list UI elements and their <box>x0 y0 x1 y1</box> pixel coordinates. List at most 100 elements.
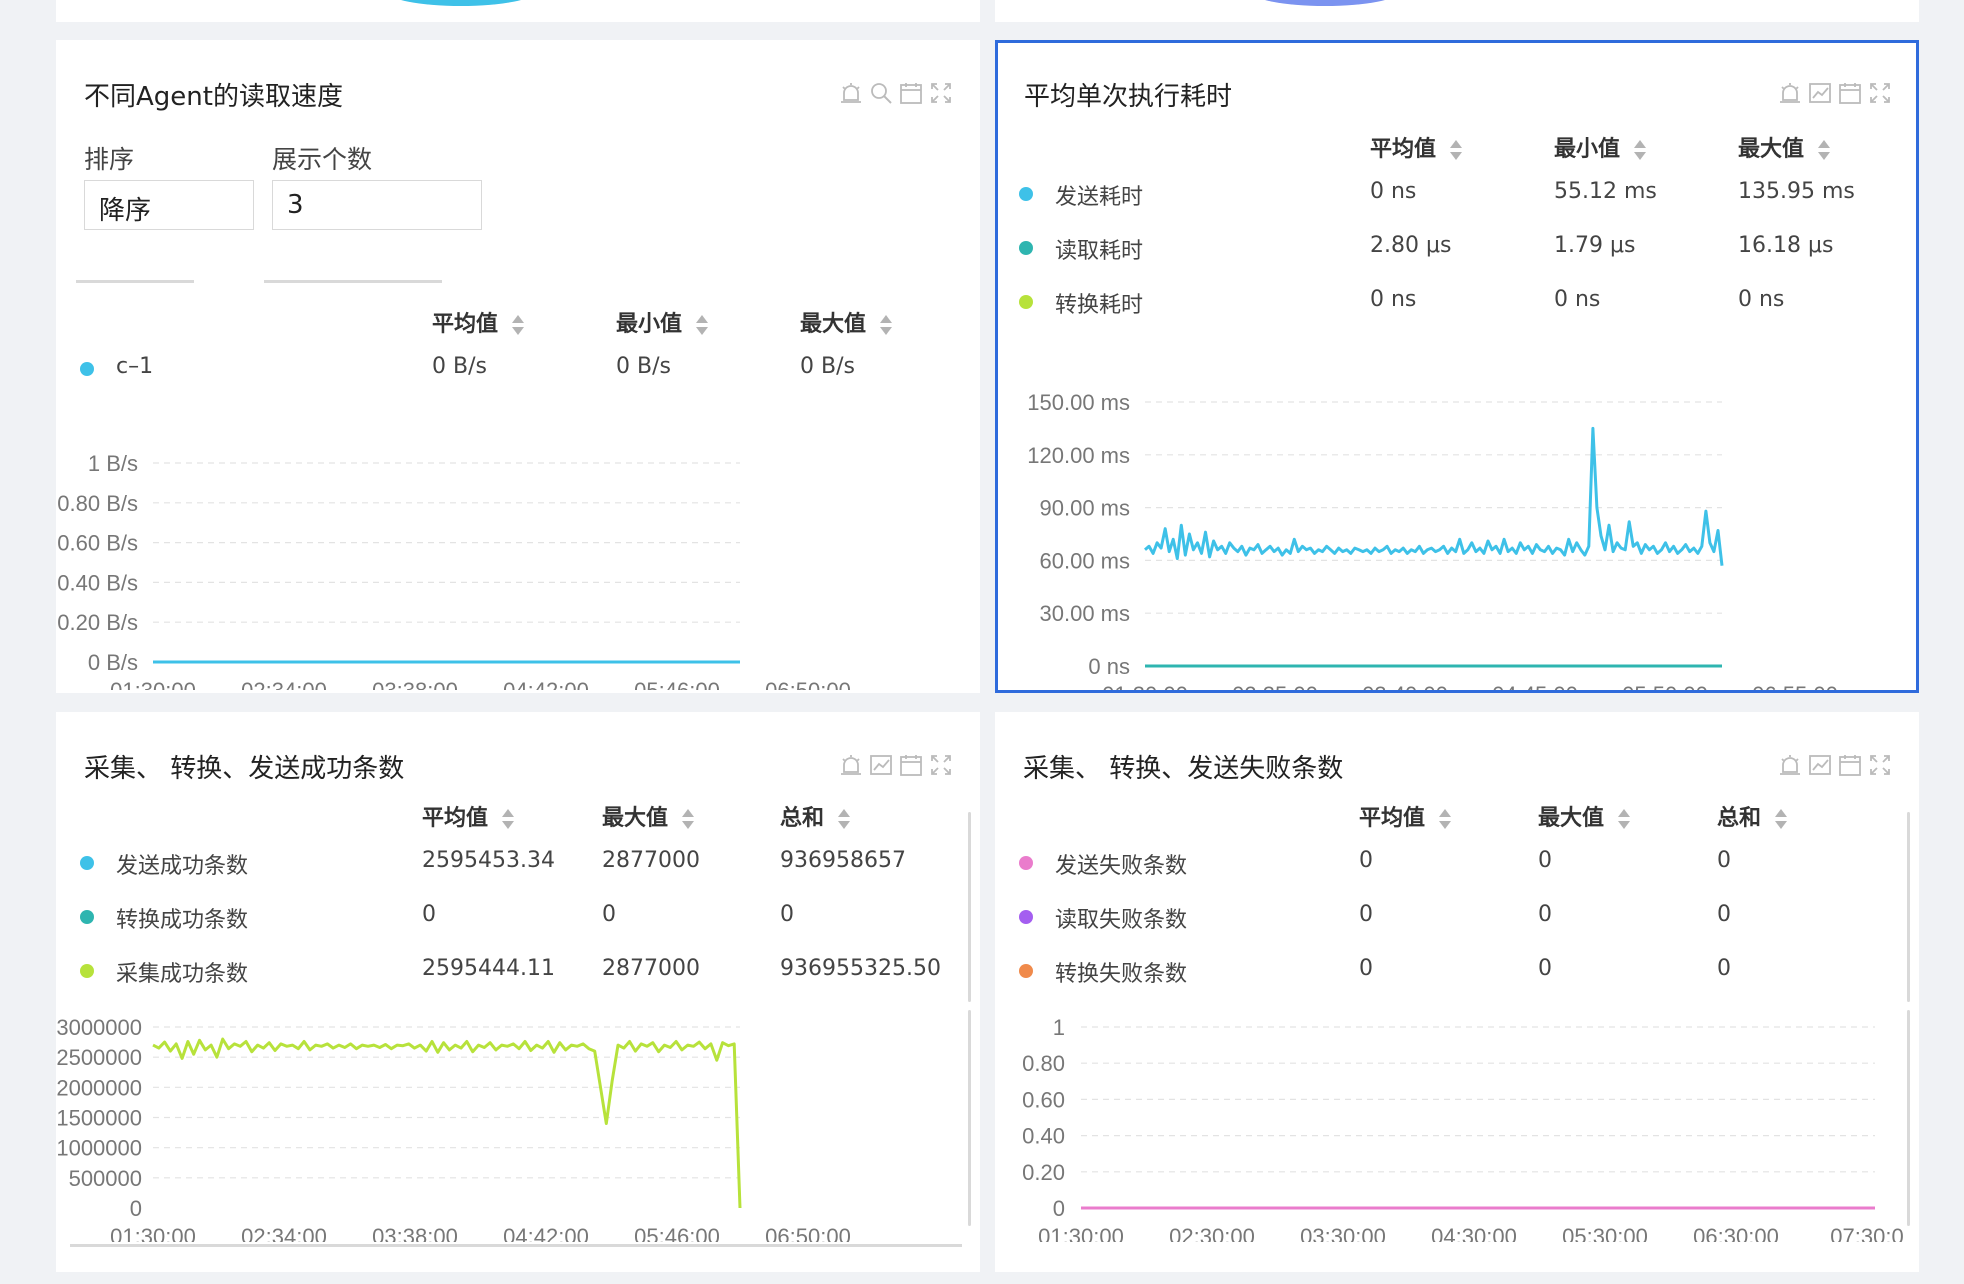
x-tick-label: 06:50:00 <box>765 1224 851 1242</box>
max-value: 16.18 μs <box>1738 233 1834 258</box>
line-chart[interactable]: 3000000 2500000 2000000 1500000 1000000 50000… <box>56 1002 966 1242</box>
avg-value: 0 ns <box>1370 179 1417 204</box>
fullscreen-icon[interactable] <box>1867 752 1893 778</box>
x-tick-label: 04:45:00 <box>1492 682 1578 693</box>
alarm-icon[interactable] <box>1777 752 1803 778</box>
sum-value: 936958657 <box>780 848 906 873</box>
x-tick-label: 05:46:00 <box>634 1224 720 1242</box>
y-tick-label: 0.20 <box>1022 1160 1065 1185</box>
y-tick-label: 0.60 B/s <box>57 531 138 556</box>
col-header-avg[interactable]: 平均值 <box>432 306 525 338</box>
col-header-sum[interactable]: 总和 <box>1717 800 1788 832</box>
sort-icon[interactable] <box>1618 807 1631 831</box>
sort-icon[interactable] <box>1450 138 1463 162</box>
calendar-icon[interactable] <box>1837 80 1863 106</box>
sort-icon[interactable] <box>1634 138 1647 162</box>
success-count-panel: 采集、 转换、发送成功条数 平均值 最大值 总和 发送成功条数 2595453.… <box>56 712 980 1272</box>
count-input[interactable]: 3 <box>272 180 482 230</box>
divider <box>76 280 194 283</box>
chart-scrollbar[interactable] <box>1907 1010 1910 1226</box>
col-header-avg[interactable]: 平均值 <box>1359 800 1452 832</box>
fullscreen-icon[interactable] <box>928 80 954 106</box>
x-tick-label: 03:40:00 <box>1362 682 1448 693</box>
series-line <box>1144 426 1724 566</box>
col-header-max[interactable]: 最大值 <box>1738 131 1831 163</box>
col-header-min[interactable]: 最小值 <box>1554 131 1647 163</box>
calendar-icon[interactable] <box>898 752 924 778</box>
calendar-icon[interactable] <box>898 80 924 106</box>
panel-toolbar <box>838 752 954 778</box>
col-header-avg[interactable]: 平均值 <box>1370 131 1463 163</box>
sort-icon[interactable] <box>502 807 515 831</box>
line-chart-icon[interactable] <box>868 752 894 778</box>
max-value: 0 ns <box>1738 287 1785 312</box>
x-tick-label: 05:46:00 <box>634 678 720 690</box>
sort-label: 排序 <box>84 145 135 174</box>
x-tick-label: 02:35:00 <box>1232 682 1318 693</box>
x-tick-label: 07:30:0 <box>1830 1224 1903 1242</box>
alarm-icon[interactable] <box>838 752 864 778</box>
line-chart[interactable]: 1 B/s 0.80 B/s 0.60 B/s 0.40 B/s 0.20 B/s 0 B… <box>56 400 980 690</box>
y-tick-label: 0 ns <box>1088 654 1130 679</box>
avg-value: 0 ns <box>1370 287 1417 312</box>
max-value: 0 <box>1538 848 1552 873</box>
series-name: 读取耗时 <box>1055 239 1144 264</box>
sort-icon[interactable] <box>696 313 709 337</box>
series-dot <box>1019 295 1033 309</box>
y-tick-label: 0.80 B/s <box>57 491 138 516</box>
y-tick-label: 3000000 <box>56 1015 142 1040</box>
line-chart-icon[interactable] <box>1807 752 1833 778</box>
zoom-icon[interactable] <box>868 80 894 106</box>
y-tick-label: 0.60 <box>1022 1087 1065 1112</box>
y-tick-label: 90.00 ms <box>1040 496 1131 521</box>
fullscreen-icon[interactable] <box>928 752 954 778</box>
avg-exec-time-panel: 平均单次执行耗时 平均值 最小值 最大值 发送耗时 0 ns 55.12 ms … <box>995 40 1919 693</box>
x-tick-label: 01:30:00 <box>110 1224 196 1242</box>
col-header-max[interactable]: 最大值 <box>602 800 695 832</box>
max-value: 2877000 <box>602 956 700 981</box>
series-name: 转换耗时 <box>1055 293 1144 318</box>
col-header-sum[interactable]: 总和 <box>780 800 851 832</box>
calendar-icon[interactable] <box>1837 752 1863 778</box>
line-chart[interactable]: 1 0.80 0.60 0.40 0.20 0 01:30:00 02:30:00 03:30:… <box>995 1002 1905 1242</box>
chart-scrollbar[interactable] <box>968 1010 971 1226</box>
alarm-icon[interactable] <box>838 80 864 106</box>
failure-count-panel: 采集、 转换、发送失败条数 平均值 最大值 总和 发送失败条数 0 0 0 读取… <box>995 712 1919 1272</box>
series-dot <box>1019 910 1033 924</box>
col-header-avg[interactable]: 平均值 <box>422 800 515 832</box>
sum-value: 0 <box>1717 956 1731 981</box>
count-label: 展示个数 <box>272 145 373 174</box>
col-header-max[interactable]: 最大值 <box>1538 800 1631 832</box>
x-tick-label: 05:50:00 <box>1622 682 1708 693</box>
col-header-max[interactable]: 最大值 <box>800 306 893 338</box>
sort-icon[interactable] <box>1818 138 1831 162</box>
sort-icon[interactable] <box>682 807 695 831</box>
legend-scrollbar[interactable] <box>968 812 971 1002</box>
series-name: 发送耗时 <box>1055 185 1144 210</box>
line-chart-icon[interactable] <box>1807 80 1833 106</box>
y-tick-label: 0.80 <box>1022 1051 1065 1076</box>
sort-icon[interactable] <box>512 313 525 337</box>
col-header-min[interactable]: 最小值 <box>616 306 709 338</box>
avg-value: 0 <box>1359 848 1373 873</box>
min-value: 0 ns <box>1554 287 1601 312</box>
previous-panel-right <box>995 0 1919 22</box>
chart-remnant <box>1250 0 1400 6</box>
line-chart[interactable]: 150.00 ms 120.00 ms 90.00 ms 60.00 ms 30.00 … <box>998 333 1916 693</box>
series-line <box>152 1037 742 1209</box>
series-dot <box>80 910 94 924</box>
alarm-icon[interactable] <box>1777 80 1803 106</box>
sort-select[interactable]: 降序 <box>84 180 254 230</box>
min-value: 1.79 μs <box>1554 233 1636 258</box>
legend-scrollbar[interactable] <box>1907 812 1910 1002</box>
panel-title: 平均单次执行耗时 <box>1024 82 1233 112</box>
horizontal-scrollbar[interactable] <box>70 1244 962 1247</box>
max-value: 135.95 ms <box>1738 179 1855 204</box>
sort-icon[interactable] <box>1775 807 1788 831</box>
x-tick-label: 02:34:00 <box>241 1224 327 1242</box>
sort-icon[interactable] <box>838 807 851 831</box>
x-tick-label: 05:30:00 <box>1562 1224 1648 1242</box>
fullscreen-icon[interactable] <box>1867 80 1893 106</box>
sort-icon[interactable] <box>1439 807 1452 831</box>
sort-icon[interactable] <box>880 313 893 337</box>
